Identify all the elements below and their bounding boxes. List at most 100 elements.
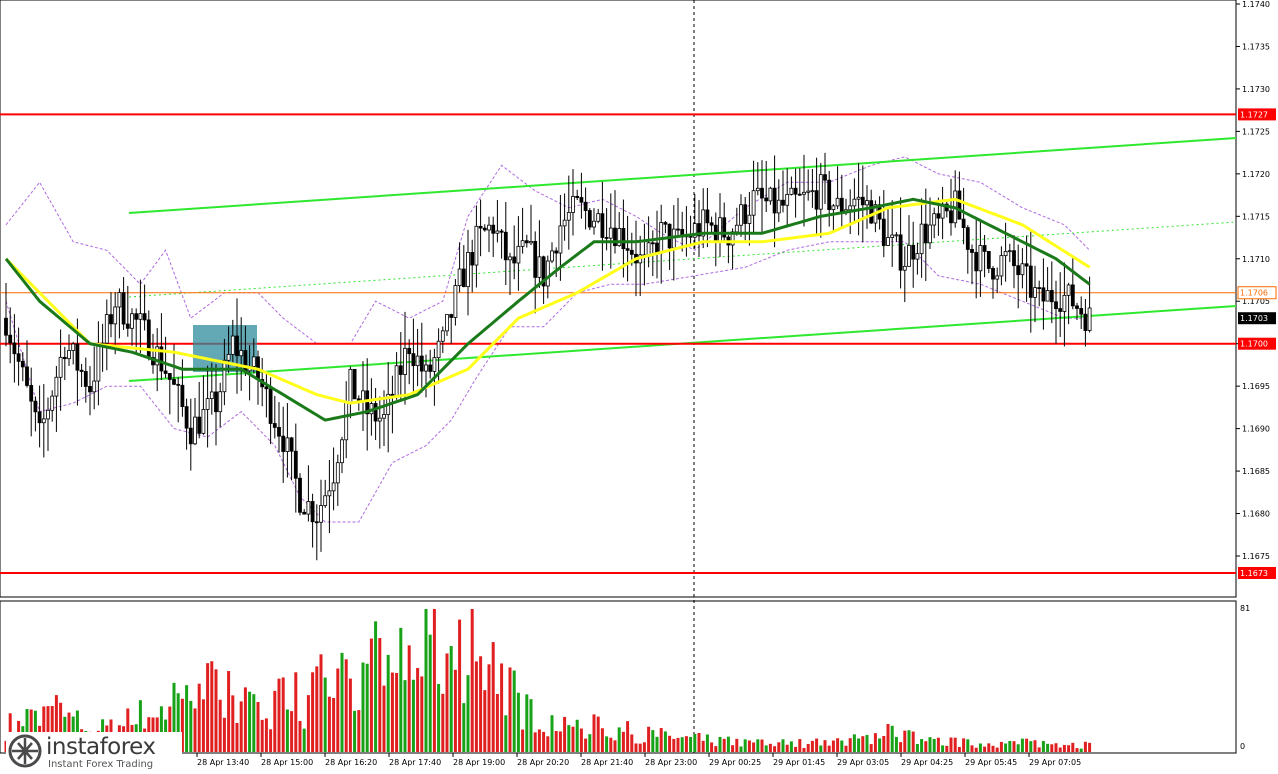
instaforex-logo: instaforex Instant Forex Trading [6,732,182,772]
volume-bar [252,694,256,752]
x-tick-label: 28 Apr 19:00 [453,758,505,767]
volume-bar [831,740,835,752]
volume-bar [777,742,781,752]
candle-body [134,313,139,320]
logo-tagline: Instant Forex Trading [48,759,154,770]
volume-bar [710,742,714,752]
volume-bar [323,677,327,752]
volume-bar [285,709,289,752]
volume-bar [227,671,231,752]
candle-body [734,224,739,233]
candle-body [281,435,286,452]
candle-body [743,204,748,224]
candle-body [41,418,46,424]
volume-bar [420,676,424,752]
candle-body [142,313,147,321]
volume-bar [823,740,827,752]
x-tick-label: 29 Apr 04:25 [901,758,953,767]
volume-bar [886,724,890,752]
candle-body [625,248,630,251]
volume-bar [256,702,260,752]
candle-body [440,330,445,342]
volume-bar [596,716,600,752]
volume-bar [411,679,415,752]
candle-body [226,354,231,361]
candle-body [251,356,256,367]
volume-bar [533,732,537,752]
volume-bar [1020,738,1024,752]
candle-body [172,379,176,385]
volume-bar [529,699,533,752]
volume-bar [231,695,235,752]
candle-body [495,230,500,234]
candle-body [516,245,521,264]
candle-body [1045,290,1050,302]
x-tick-label: 29 Apr 05:45 [965,758,1017,767]
volume-bar [378,638,382,752]
candle-body [1049,290,1054,303]
volume-bar [386,654,390,752]
candle-body [20,360,25,368]
volume-bar [722,738,726,752]
volume-bar [239,701,243,752]
candle-body [277,426,281,437]
volume-bar [504,715,508,752]
candle-body [197,416,202,434]
candle-body [491,224,496,234]
candle-body [520,240,525,247]
volume-bar [537,729,541,752]
candle-body [407,347,412,355]
volume-bar [936,737,940,752]
volume-bar [987,743,991,752]
candle-body [1024,263,1029,267]
candle-body [138,313,143,320]
volume-bar [315,666,319,752]
candle-body [919,223,924,255]
volume-bar [571,726,575,752]
volume-bar [332,697,336,752]
volume-bar [550,715,554,752]
candle-body [596,213,601,222]
x-tick-label: 28 Apr 16:20 [325,758,377,767]
candle-body [499,230,504,233]
x-tick-label: 28 Apr 13:40 [197,758,249,767]
candle-body [58,356,63,378]
volume-bar [983,746,987,752]
volume-bar [899,742,903,752]
volume-bar [1008,740,1012,752]
x-tick-label: 28 Apr 21:40 [581,758,633,767]
candle-body [1020,263,1025,276]
volume-bar [567,725,571,752]
candle-body [461,268,466,288]
candle-body [508,256,512,261]
volume-bar [764,745,768,752]
candle-body [575,195,580,198]
candle-body [923,223,928,244]
x-tick-label: 29 Apr 07:05 [1029,758,1081,767]
candle-body [524,240,529,244]
volume-bar [277,678,281,752]
volume-bar [747,740,751,752]
volume-bar [369,638,373,752]
volume-bar [882,735,886,752]
volume-bar [298,720,302,752]
candle-body [978,245,983,272]
volume-bar [974,747,978,752]
candle-body [344,402,349,441]
volume-bar [945,745,949,752]
candle-body [663,222,668,225]
candle-body [373,403,378,422]
candle-body [331,482,336,492]
volume-bar [458,619,462,752]
volume-bar [920,739,924,752]
candle-body [503,231,508,261]
volume-bar [1062,744,1066,752]
candle-body [936,213,941,219]
volume-bar [705,734,709,752]
volume-bar [668,735,672,752]
candle-body [621,228,626,250]
candle-body [583,201,588,211]
candle-body [898,234,903,271]
candle-body [201,409,206,434]
volume-bar [760,739,764,752]
